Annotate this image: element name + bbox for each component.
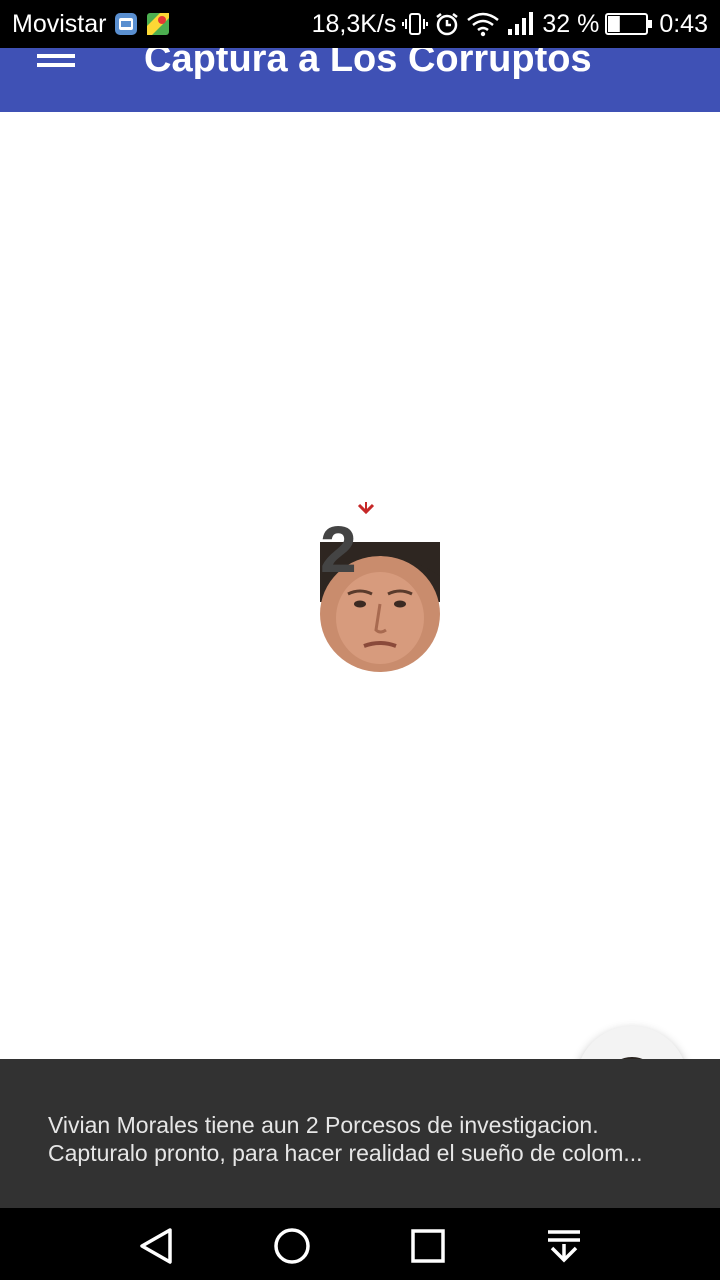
battery-percent-label: 32 % <box>542 9 600 38</box>
snackbar-message-line-2: Capturalo pronto, para hacer realidad el… <box>48 1140 643 1166</box>
clock-label: 0:43 <box>659 9 708 38</box>
battery-fill <box>608 16 621 32</box>
app-title: Captura a Los Corruptos <box>144 48 592 80</box>
back-icon[interactable] <box>136 1226 176 1266</box>
snackbar: Vivian Morales tiene aun 2 Porcesos de i… <box>0 1059 720 1208</box>
chevron-down-icon <box>357 502 375 515</box>
vibrate-icon <box>402 11 429 37</box>
network-speed-label: 18,3K/s <box>311 9 397 38</box>
game-area[interactable]: 2 <box>0 112 720 1138</box>
home-icon[interactable] <box>272 1226 312 1266</box>
maps-icon <box>146 12 170 36</box>
target-process-count: 2 <box>320 512 357 586</box>
signal-icon <box>506 11 536 37</box>
app-bar: Captura a Los Corruptos <box>0 48 720 112</box>
carrier-label: Movistar <box>12 9 107 38</box>
wifi-icon <box>466 11 500 37</box>
hamburger-menu-icon[interactable] <box>28 48 84 78</box>
notifications-pulldown-icon[interactable] <box>544 1226 584 1266</box>
recents-icon[interactable] <box>408 1226 448 1266</box>
battery-icon <box>605 11 653 37</box>
status-bar: Movistar 18,3K/s 32 % 0:43 <box>0 0 720 48</box>
navigation-bar <box>0 1208 720 1280</box>
alarm-icon <box>434 11 460 37</box>
snackbar-message-line-1: Vivian Morales tiene aun 2 Porcesos de i… <box>48 1112 599 1138</box>
app-notification-icon <box>114 12 138 36</box>
